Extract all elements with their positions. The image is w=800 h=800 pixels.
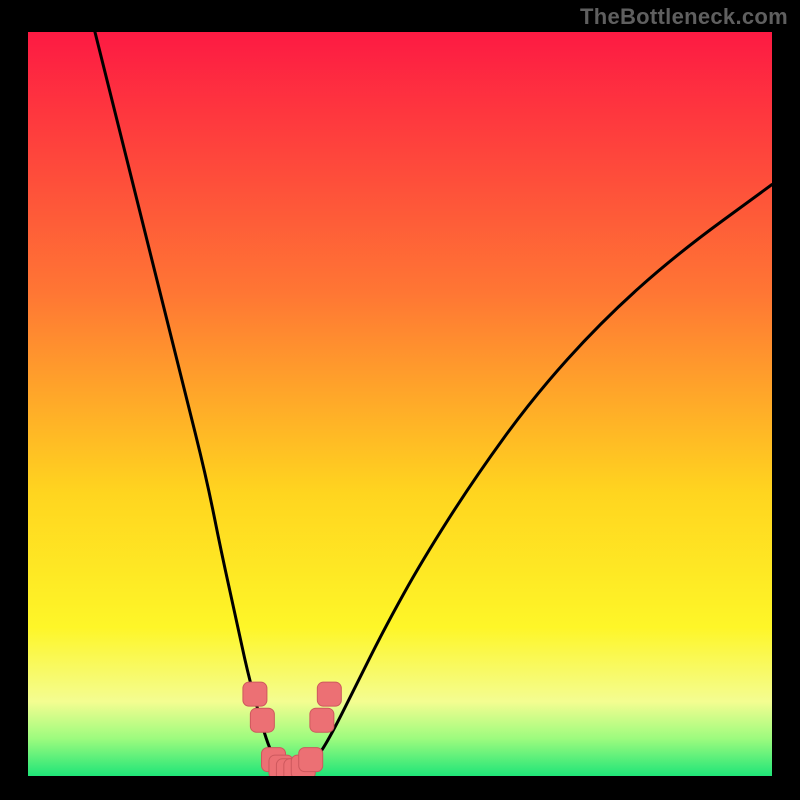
chart-svg: [28, 32, 772, 776]
marker-point: [250, 708, 274, 732]
gradient-background: [28, 32, 772, 776]
plot-area: [28, 32, 772, 776]
chart-frame: TheBottleneck.com: [0, 0, 800, 800]
marker-point: [299, 748, 323, 772]
attribution-text: TheBottleneck.com: [580, 4, 788, 30]
marker-point: [310, 708, 334, 732]
marker-point: [317, 682, 341, 706]
marker-point: [243, 682, 267, 706]
